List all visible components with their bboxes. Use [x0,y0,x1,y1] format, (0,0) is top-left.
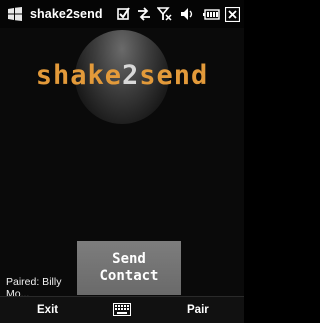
logo-text-send: send [139,60,209,91]
logo-text-2: 2 [121,60,140,91]
data-sync-icon[interactable] [137,7,151,21]
no-signal-icon[interactable] [157,7,172,21]
send-contact-button[interactable]: Send Contact [77,241,181,295]
volume-icon[interactable] [180,7,194,21]
logo-text-shake: shake [35,60,122,91]
pair-softkey[interactable]: Pair [187,304,209,316]
keyboard-icon[interactable] [113,303,131,316]
exit-softkey[interactable]: Exit [37,304,58,316]
tasks-check-icon[interactable] [117,7,130,21]
send-contact-line2: Contact [99,268,159,284]
main-content: shake2send Send Contact Paired: Billy Mo… [0,28,244,296]
paired-status: Paired: Billy Mo... [6,276,62,296]
send-contact-line1: Send [112,251,146,267]
windows-start-icon[interactable] [7,6,23,22]
app-logo: shake2send [0,60,244,91]
soft-key-bar: Exit Pair [0,296,244,323]
close-icon[interactable] [225,7,240,22]
app-title: shake2send [30,7,103,21]
battery-icon[interactable] [203,7,220,21]
title-bar: shake2send [0,0,244,28]
